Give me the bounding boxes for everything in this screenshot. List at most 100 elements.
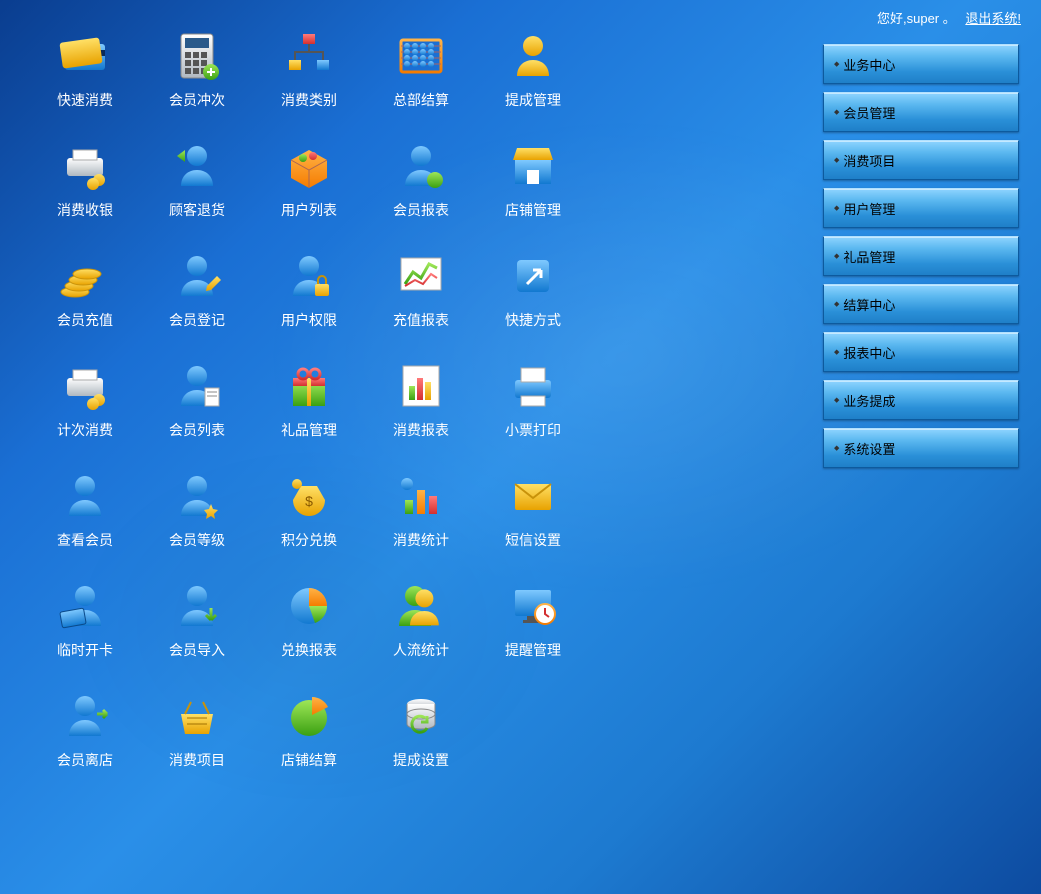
sidebar-item-label: 业务提成 — [843, 391, 895, 410]
grid-item-label: 临时开卡 — [57, 640, 113, 660]
grid-item-user-pencil[interactable]: 会员登记 — [142, 242, 252, 352]
grid-item-label: 礼品管理 — [281, 420, 337, 440]
grid-item-org-chart[interactable]: 消费类别 — [254, 22, 364, 132]
user-view-icon — [57, 468, 113, 524]
sidebar-item-2[interactable]: 消费项目 — [823, 140, 1019, 180]
basket-icon — [169, 688, 225, 744]
grid-item-calculator[interactable]: 会员冲次 — [142, 22, 252, 132]
grid-item-store[interactable]: 店铺管理 — [478, 132, 588, 242]
sidebar-item-label: 业务中心 — [843, 55, 895, 74]
gift-icon — [281, 358, 337, 414]
printer-icon — [505, 358, 561, 414]
sidebar-item-label: 用户管理 — [843, 199, 895, 218]
user-gold-icon — [505, 28, 561, 84]
grid-item-user-lock[interactable]: 用户权限 — [254, 242, 364, 352]
sidebar-item-1[interactable]: 会员管理 — [823, 92, 1019, 132]
grid-item-label: 顾客退货 — [169, 200, 225, 220]
grid-item-user-leave[interactable]: 会员离店 — [30, 682, 140, 792]
sidebar-item-3[interactable]: 用户管理 — [823, 188, 1019, 228]
sidebar-item-5[interactable]: 结算中心 — [823, 284, 1019, 324]
sidebar-item-4[interactable]: 礼品管理 — [823, 236, 1019, 276]
bar-stats-icon — [393, 468, 449, 524]
grid-item-label: 消费收银 — [57, 200, 113, 220]
trend-chart-icon — [393, 248, 449, 304]
grid-item-box-goods[interactable]: 用户列表 — [254, 132, 364, 242]
grid-item-user-list[interactable]: 会员列表 — [142, 352, 252, 462]
grid-item-credit-card[interactable]: 快速消费 — [30, 22, 140, 132]
sidebar-item-6[interactable]: 报表中心 — [823, 332, 1019, 372]
grid-item-printer-coins[interactable]: 计次消费 — [30, 352, 140, 462]
sidebar-item-7[interactable]: 业务提成 — [823, 380, 1019, 420]
grid-item-users[interactable]: 人流统计 — [366, 572, 476, 682]
grid-item-trend-chart[interactable]: 充值报表 — [366, 242, 476, 352]
sidebar-item-8[interactable]: 系统设置 — [823, 428, 1019, 468]
grid-item-abacus[interactable]: 总部结算 — [366, 22, 476, 132]
sidebar-item-label: 报表中心 — [843, 343, 895, 362]
user-green-icon — [393, 138, 449, 194]
grid-item-money-bag[interactable]: $ 积分兑换 — [254, 462, 364, 572]
db-sync-icon — [393, 688, 449, 744]
grid-item-printer-coins[interactable]: 消费收银 — [30, 132, 140, 242]
grid-item-label: 提成设置 — [393, 750, 449, 770]
grid-item-label: 会员登记 — [169, 310, 225, 330]
grid-item-user-back[interactable]: 顾客退货 — [142, 132, 252, 242]
grid-item-label: 查看会员 — [57, 530, 113, 550]
grid-item-pie-chart[interactable]: 兑换报表 — [254, 572, 364, 682]
abacus-icon — [393, 28, 449, 84]
grid-item-user-green[interactable]: 会员报表 — [366, 132, 476, 242]
credit-card-icon — [57, 28, 113, 84]
grid-item-label: 计次消费 — [57, 420, 113, 440]
grid-item-label: 消费类别 — [281, 90, 337, 110]
calculator-icon — [169, 28, 225, 84]
grid-item-user-star[interactable]: 会员等级 — [142, 462, 252, 572]
grid-item-label: 用户权限 — [281, 310, 337, 330]
grid-item-gift[interactable]: 礼品管理 — [254, 352, 364, 462]
user-star-icon — [169, 468, 225, 524]
sidebar-item-label: 消费项目 — [843, 151, 895, 170]
sidebar-nav: 业务中心会员管理消费项目用户管理礼品管理结算中心报表中心业务提成系统设置 — [823, 44, 1019, 468]
card-user-icon — [57, 578, 113, 634]
grid-item-user-import[interactable]: 会员导入 — [142, 572, 252, 682]
grid-item-label: 快捷方式 — [505, 310, 561, 330]
grid-item-label: 消费报表 — [393, 420, 449, 440]
grid-item-label: 人流统计 — [393, 640, 449, 660]
grid-item-label: 快速消费 — [57, 90, 113, 110]
grid-item-label: 店铺管理 — [505, 200, 561, 220]
printer-coins-icon — [57, 138, 113, 194]
grid-item-label: 提醒管理 — [505, 640, 561, 660]
bar-doc-icon — [393, 358, 449, 414]
pie-green-icon — [281, 688, 337, 744]
box-goods-icon — [281, 138, 337, 194]
grid-item-bar-doc[interactable]: 消费报表 — [366, 352, 476, 462]
org-chart-icon — [281, 28, 337, 84]
user-pencil-icon — [169, 248, 225, 304]
grid-item-monitor-clock[interactable]: 提醒管理 — [478, 572, 588, 682]
grid-item-label: 短信设置 — [505, 530, 561, 550]
grid-item-label: 积分兑换 — [281, 530, 337, 550]
logout-link[interactable]: 退出系统! — [965, 11, 1021, 26]
grid-item-card-user[interactable]: 临时开卡 — [30, 572, 140, 682]
grid-item-printer[interactable]: 小票打印 — [478, 352, 588, 462]
grid-item-user-view[interactable]: 查看会员 — [30, 462, 140, 572]
user-leave-icon — [57, 688, 113, 744]
greeting-text: 您好,super 。 — [877, 11, 956, 26]
grid-item-pie-green[interactable]: 店铺结算 — [254, 682, 364, 792]
sidebar-item-label: 结算中心 — [843, 295, 895, 314]
store-icon — [505, 138, 561, 194]
grid-item-label: 充值报表 — [393, 310, 449, 330]
printer-coins-icon — [57, 358, 113, 414]
grid-item-label: 会员冲次 — [169, 90, 225, 110]
grid-item-label: 会员充值 — [57, 310, 113, 330]
grid-item-label: 会员列表 — [169, 420, 225, 440]
grid-item-label: 提成管理 — [505, 90, 561, 110]
grid-item-coins[interactable]: 会员充值 — [30, 242, 140, 352]
sidebar-item-0[interactable]: 业务中心 — [823, 44, 1019, 84]
grid-item-user-gold[interactable]: 提成管理 — [478, 22, 588, 132]
grid-item-envelope[interactable]: 短信设置 — [478, 462, 588, 572]
grid-item-basket[interactable]: 消费项目 — [142, 682, 252, 792]
grid-item-bar-stats[interactable]: 消费统计 — [366, 462, 476, 572]
grid-item-db-sync[interactable]: 提成设置 — [366, 682, 476, 792]
coins-icon — [57, 248, 113, 304]
money-bag-icon: $ — [281, 468, 337, 524]
grid-item-shortcut[interactable]: 快捷方式 — [478, 242, 588, 352]
